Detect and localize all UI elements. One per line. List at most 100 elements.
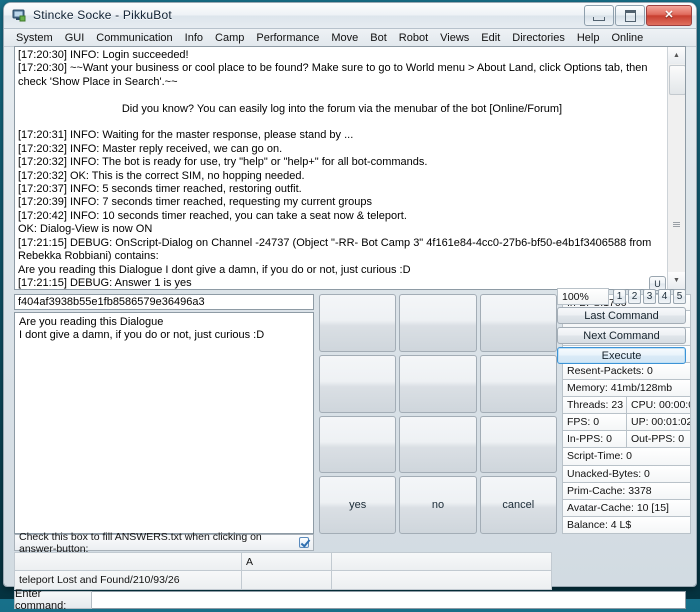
answer-button-8[interactable] <box>399 416 476 474</box>
status-cell <box>332 571 552 590</box>
menu-item-directories[interactable]: Directories <box>506 31 571 45</box>
stat-row: Script-Time: 0 <box>562 448 691 465</box>
menu-item-robot[interactable]: Robot <box>393 31 434 45</box>
action-buttons: Last Command Next Command Execute <box>557 307 686 364</box>
stat-memory: Memory: 41mb/128mb <box>563 380 690 396</box>
answer-button-1[interactable] <box>319 294 396 352</box>
status-row: A <box>14 552 552 571</box>
stat-balance: Balance: 4 L$ <box>563 517 690 533</box>
answers-checkbox-row[interactable]: Check this box to fill ANSWERS.txt when … <box>14 534 314 551</box>
menu-item-camp[interactable]: Camp <box>209 31 250 45</box>
menu-item-system[interactable]: System <box>10 31 59 45</box>
zoom-percent-label: 100% <box>557 288 609 305</box>
maximize-button[interactable] <box>615 5 645 26</box>
command-input[interactable] <box>92 591 686 609</box>
status-cell <box>332 552 552 571</box>
log-line <box>18 89 666 102</box>
command-row: Enter command: <box>14 591 686 609</box>
stat-row: Balance: 4 L$ <box>562 517 691 534</box>
log-line: [17:20:37] INFO: 5 seconds timer reached… <box>18 183 666 196</box>
stat-row: Unacked-Bytes: 0 <box>562 466 691 483</box>
app-icon <box>12 8 27 23</box>
stat-up: UP: 00:01:02 <box>626 414 690 430</box>
answers-checkbox-label: Check this box to fill ANSWERS.txt when … <box>19 531 299 555</box>
title-bar: Stincke Socke - PikkuBot ✕ <box>4 3 696 29</box>
preset-button-2[interactable]: 2 <box>628 289 641 304</box>
log-line: [17:20:32] INFO: Master reply received, … <box>18 143 666 156</box>
app-window: Stincke Socke - PikkuBot ✕ SystemGUIComm… <box>4 3 696 586</box>
stat-cpu: CPU: 00:00:02 <box>626 397 690 413</box>
log-panel: [17:20:30] INFO: Login succeeded![17:20:… <box>14 46 686 290</box>
log-line: [17:20:30] ~~Want your business or cool … <box>18 62 666 89</box>
answer-button-grid: yesnocancel <box>319 294 557 534</box>
status-cell <box>242 571 332 590</box>
answer-button-3[interactable] <box>480 294 557 352</box>
preset-buttons: 12345 <box>613 289 686 304</box>
minimize-button[interactable] <box>584 5 614 26</box>
menu-item-help[interactable]: Help <box>571 31 606 45</box>
menu-item-communication[interactable]: Communication <box>90 31 178 45</box>
client-area: [17:20:30] INFO: Login succeeded![17:20:… <box>9 46 691 584</box>
answer-button-9[interactable] <box>480 416 557 474</box>
menu-item-info[interactable]: Info <box>179 31 209 45</box>
menu-item-views[interactable]: Views <box>434 31 475 45</box>
answer-button-5[interactable] <box>399 355 476 413</box>
execute-button[interactable]: Execute <box>557 347 686 364</box>
stat-row: In-PPS: 0Out-PPS: 0 <box>562 431 691 448</box>
answer-button-7[interactable] <box>319 416 396 474</box>
menu-item-move[interactable]: Move <box>325 31 364 45</box>
stat-in-pps: In-PPS: 0 <box>563 431 626 447</box>
preset-button-1[interactable]: 1 <box>613 289 626 304</box>
stat-unacked-bytes: Unacked-Bytes: 0 <box>563 466 690 482</box>
scroll-thumb[interactable] <box>669 65 686 95</box>
last-command-button[interactable]: Last Command <box>557 307 686 324</box>
log-line: Did you know? You can easily log into th… <box>18 103 666 116</box>
menu-item-gui[interactable]: GUI <box>59 31 91 45</box>
preset-button-5[interactable]: 5 <box>673 289 686 304</box>
scroll-up-icon[interactable]: ▲ <box>668 47 685 64</box>
command-label: Enter command: <box>14 591 92 609</box>
stat-avatar-cache: Avatar-Cache: 10 [15] <box>563 500 690 516</box>
menu-item-performance[interactable]: Performance <box>250 31 325 45</box>
window-controls: ✕ <box>584 5 692 26</box>
menu-item-bot[interactable]: Bot <box>364 31 393 45</box>
log-line <box>18 116 666 129</box>
answer-button-4[interactable] <box>319 355 396 413</box>
menu-item-edit[interactable]: Edit <box>475 31 506 45</box>
answer-button-no[interactable]: no <box>399 476 476 534</box>
stat-out-pps: Out-PPS: 0 <box>626 431 690 447</box>
log-line: OK: Dialog-View is now ON <box>18 223 666 236</box>
answer-button-6[interactable] <box>480 355 557 413</box>
log-line: [17:20:42] INFO: 10 seconds timer reache… <box>18 210 666 223</box>
stat-resent-packets: Resent-Packets: 0 <box>563 363 690 379</box>
stat-fps: FPS: 0 <box>563 414 626 430</box>
log-text: [17:20:30] INFO: Login succeeded![17:20:… <box>18 49 666 290</box>
scroll-grip-icon <box>669 219 684 229</box>
answer-button-yes[interactable]: yes <box>319 476 396 534</box>
menu-bar: SystemGUICommunicationInfoCampPerformanc… <box>4 29 696 47</box>
answers-checkbox[interactable] <box>299 537 309 548</box>
preset-button-3[interactable]: 3 <box>643 289 656 304</box>
preset-button-4[interactable]: 4 <box>658 289 671 304</box>
log-line: [17:20:32] INFO: The bot is ready for us… <box>18 156 666 169</box>
dialog-hash-field[interactable]: f404af3938b55e1fb8586579e36496a3 <box>14 294 314 310</box>
dialog-column: f404af3938b55e1fb8586579e36496a3 Are you… <box>14 294 314 534</box>
answer-button-cancel[interactable]: cancel <box>480 476 557 534</box>
log-line: [17:20:32] OK: This is the correct SIM, … <box>18 170 666 183</box>
stat-script-time: Script-Time: 0 <box>563 448 690 464</box>
stat-row: FPS: 0UP: 00:01:02 <box>562 414 691 431</box>
dialog-message-box: Are you reading this Dialogue I dont giv… <box>14 312 314 534</box>
log-line: [17:20:31] INFO: Waiting for the master … <box>18 129 666 142</box>
log-line: [17:20:39] INFO: 7 seconds timer reached… <box>18 196 666 209</box>
stat-prim-cache: Prim-Cache: 3378 <box>563 483 690 499</box>
menu-item-online[interactable]: Online <box>605 31 649 45</box>
status-grid: Ateleport Lost and Found/210/93/26 <box>14 552 552 590</box>
next-command-button[interactable]: Next Command <box>557 327 686 344</box>
stat-row: Avatar-Cache: 10 [15] <box>562 500 691 517</box>
log-scrollbar[interactable]: ▲ ▼ <box>667 47 685 289</box>
zoom-row: 100% 12345 <box>557 288 686 305</box>
answer-button-2[interactable] <box>399 294 476 352</box>
close-button[interactable]: ✕ <box>646 5 692 26</box>
log-line: [17:20:30] INFO: Login succeeded! <box>18 49 666 62</box>
log-line: Are you reading this Dialogue I dont giv… <box>18 264 666 277</box>
